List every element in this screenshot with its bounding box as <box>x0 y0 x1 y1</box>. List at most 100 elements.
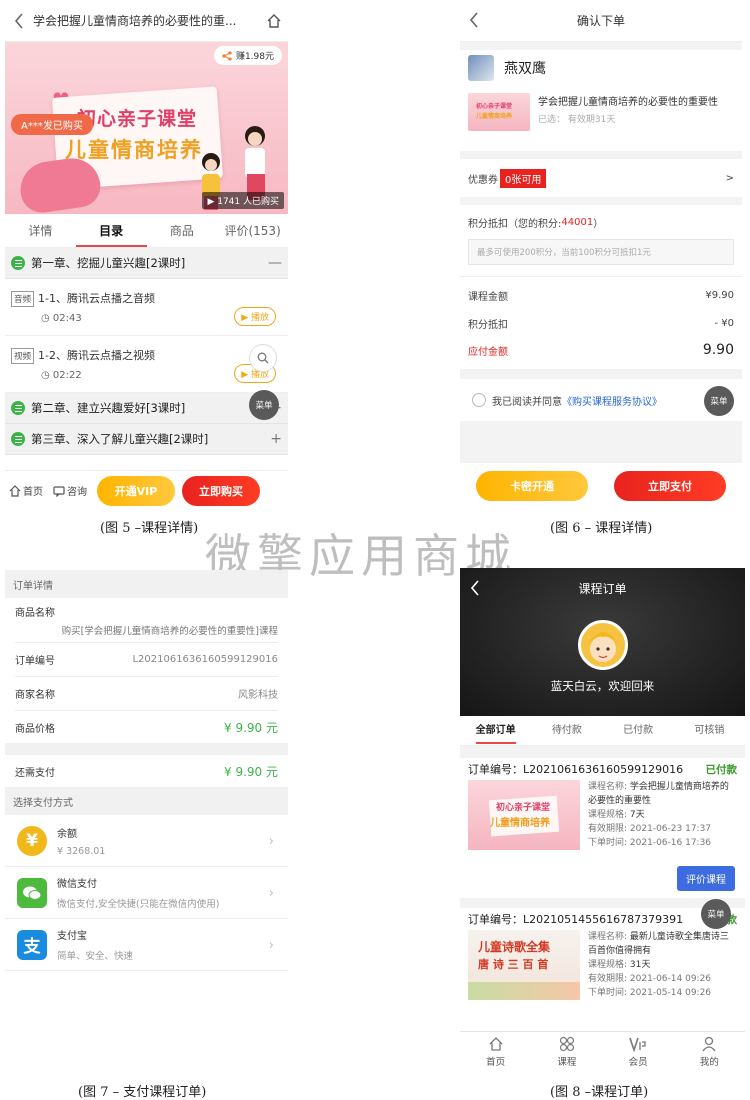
tab-all-orders[interactable]: 全部订单 <box>460 716 531 745</box>
time-label: 下单时间: <box>588 838 628 848</box>
home-button[interactable] <box>260 11 288 31</box>
back-button[interactable] <box>5 12 33 29</box>
pay-method-desc: ¥ 3268.01 <box>57 845 106 857</box>
product-name-row: 商品名称 购买[学会把握儿童情商培养的必要性的重要性]课程 <box>15 598 278 643</box>
agree-radio[interactable] <box>472 393 486 407</box>
chevron-right-icon: › <box>268 938 274 953</box>
welcome-text: 蓝天白云，欢迎回来 <box>550 679 655 693</box>
course-amount-label: 课程金额 <box>468 291 508 303</box>
order-info: 课程名称: 最新儿童诗歌全集唐诗三百首你值得拥有 课程规格: 31天 有效期限:… <box>588 930 737 1000</box>
points-row: 积分抵扣（您的积分: 44001） <box>460 205 742 239</box>
tabbar-profile[interactable]: 我的 <box>674 1032 745 1071</box>
merchant-label: 商家名称 <box>15 690 55 701</box>
thumb-line2: 儿童情商培养 <box>490 818 550 829</box>
profile-header: 课程订单 蓝天白云，欢迎回来 <box>460 568 745 716</box>
lesson-row[interactable]: 音频 1-1、腾讯云点播之音频 ◷ 02:43 ▶ 播放 <box>5 279 288 336</box>
tabbar-label: 会员 <box>628 1056 648 1068</box>
points-value: 44001 <box>561 216 594 228</box>
valid-value: 2021-06-14 09:26 <box>629 974 712 984</box>
menu-button[interactable]: 菜单 <box>701 899 731 929</box>
back-button[interactable] <box>460 12 488 28</box>
course-thumbnail: 初心亲子课堂 儿童情商培养 <box>468 780 580 850</box>
divider <box>460 151 742 159</box>
payable-value: 9.90 <box>702 342 734 358</box>
banner-line1: 初心亲子课堂 <box>77 108 198 130</box>
tabbar-home[interactable]: 首页 <box>460 1032 531 1071</box>
list-icon <box>11 401 25 415</box>
due-label: 还需支付 <box>15 767 55 779</box>
course-orders-screen: 课程订单 蓝天白云，欢迎回来 全部订单 待付款 已付款 可核销 订单编号：L20… <box>460 568 745 1071</box>
course-thumbnail: 初心亲子课堂 儿童情商培养 <box>468 93 530 131</box>
collapse-icon[interactable]: — <box>268 255 282 271</box>
pay-now-button[interactable]: 立即支付 <box>614 471 726 501</box>
share-earn-button[interactable]: 赚1.98元 <box>213 46 282 65</box>
review-course-button[interactable]: 评价课程 <box>677 866 735 891</box>
pay-wechat-option[interactable]: 微信支付微信支付,安全快捷(只能在微信内使用) › <box>5 867 288 919</box>
pay-method-name: 微信支付 <box>57 879 97 890</box>
lesson-title: 1-1、腾讯云点播之音频 <box>38 292 155 305</box>
tab-verifiable[interactable]: 可核销 <box>674 716 745 745</box>
order-body: 初心亲子课堂 儿童情商培养 课程名称: 学会把握儿童情商培养的必要性的重要性 课… <box>468 780 737 850</box>
open-vip-button[interactable]: 开通VIP <box>97 475 175 506</box>
pay-balance-option[interactable]: ¥ 余额 ¥ 3268.01 › <box>5 815 288 867</box>
chevron-left-icon <box>14 12 23 29</box>
order-status: 已付款 <box>705 763 738 776</box>
card-activate-button[interactable]: 卡密开通 <box>476 471 588 501</box>
order-number: 订单编号：L2021061636160599129016 <box>468 763 684 776</box>
tab-goods[interactable]: 商品 <box>147 216 218 247</box>
pay-method-desc: 微信支付,安全快捷(只能在微信内使用) <box>57 899 220 910</box>
points-deduct-row: 积分抵扣 - ¥0 <box>460 309 742 337</box>
tab-paid[interactable]: 已付款 <box>603 716 674 745</box>
coupon-row[interactable]: 优惠券 0张可用 > <box>460 159 742 197</box>
mother-illustration <box>245 126 265 200</box>
share-icon <box>222 50 232 61</box>
earn-label: 赚1.98元 <box>235 52 274 62</box>
nav-bar: 确认下单 <box>460 0 742 42</box>
menu-button[interactable]: 菜单 <box>249 390 279 420</box>
due-row: 还需支付 ¥ 9.90 元 <box>15 755 278 787</box>
consult-link[interactable]: 咨询 <box>53 483 87 498</box>
divider <box>460 197 742 205</box>
chapter-row[interactable]: 第三章、深入了解儿童兴趣[2课时] + <box>5 424 288 455</box>
agreement-link[interactable]: 《购买课程服务协议》 <box>562 393 662 408</box>
pay-method-name: 支付宝 <box>57 931 87 942</box>
menu-button[interactable]: 菜单 <box>704 386 734 416</box>
home-icon <box>9 484 21 497</box>
tabbar-courses[interactable]: 课程 <box>531 1032 602 1071</box>
caption-fig5: (图 5 –课程详情) <box>100 521 199 536</box>
tab-label: 全部订单 <box>475 725 516 744</box>
chapter-row[interactable]: 第二章、建立兴趣爱好[3课时] + <box>5 393 288 424</box>
tabbar-label: 首页 <box>486 1056 506 1068</box>
tab-details[interactable]: 详情 <box>5 216 76 247</box>
search-icon <box>257 352 269 364</box>
home-link[interactable]: 首页 <box>9 483 43 498</box>
chapter-title: 第一章、挖掘儿童兴趣[2课时] <box>31 256 186 270</box>
merchant-row: 商家名称 风影科技 <box>15 677 278 711</box>
chapter-title: 第二章、建立兴趣爱好[3课时] <box>31 401 186 415</box>
chapter-row[interactable]: 第一章、挖掘儿童兴趣[2课时] — <box>5 248 288 279</box>
tabbar-vip[interactable]: 会员 <box>603 1032 674 1071</box>
points-input[interactable]: 最多可使用200积分，当前100积分可抵扣1元 <box>468 239 734 265</box>
pay-alipay-option[interactable]: 支 支付宝 简单、安全、快速 › <box>5 919 288 971</box>
item-spec: 已选： 有效期31天 <box>538 115 616 125</box>
course-amount-value: ¥9.90 <box>705 289 734 301</box>
lesson-row[interactable]: 视频 1-2、腾讯云点播之视频 ◷ 02:22 ▶ 播放 <box>5 336 288 393</box>
buy-now-button[interactable]: 立即购买 <box>182 475 260 506</box>
chevron-right-icon: › <box>268 886 274 901</box>
play-button[interactable]: ▶ 播放 <box>234 307 276 326</box>
divider <box>460 42 742 50</box>
action-bar: 卡密开通 立即支付 <box>460 463 742 509</box>
caption-fig8: (图 8 –课程订单) <box>550 1085 649 1100</box>
order-body: 儿童诗歌全集 唐 诗 三 百 首 课程名称: 最新儿童诗歌全集唐诗三百首你值得拥… <box>468 930 737 1000</box>
tab-pending-payment[interactable]: 待付款 <box>531 716 602 745</box>
tab-catalog[interactable]: 目录 <box>75 216 147 247</box>
due-value: ¥ 9.90 元 <box>224 764 278 779</box>
pay-method-desc: 简单、安全、快速 <box>57 951 134 962</box>
pay-order-screen: 订单详情 商品名称 购买[学会把握儿童情商培养的必要性的重要性]课程 订单编号 L… <box>5 570 288 1070</box>
page-title: 课程订单 <box>578 582 627 596</box>
section-order-details: 订单详情 <box>5 570 288 598</box>
order-number: 订单编号：L2021051455616787379391 <box>468 913 684 926</box>
tab-reviews[interactable]: 评价(153) <box>217 216 288 247</box>
search-button[interactable] <box>249 344 277 372</box>
expand-icon[interactable]: + <box>270 431 282 447</box>
